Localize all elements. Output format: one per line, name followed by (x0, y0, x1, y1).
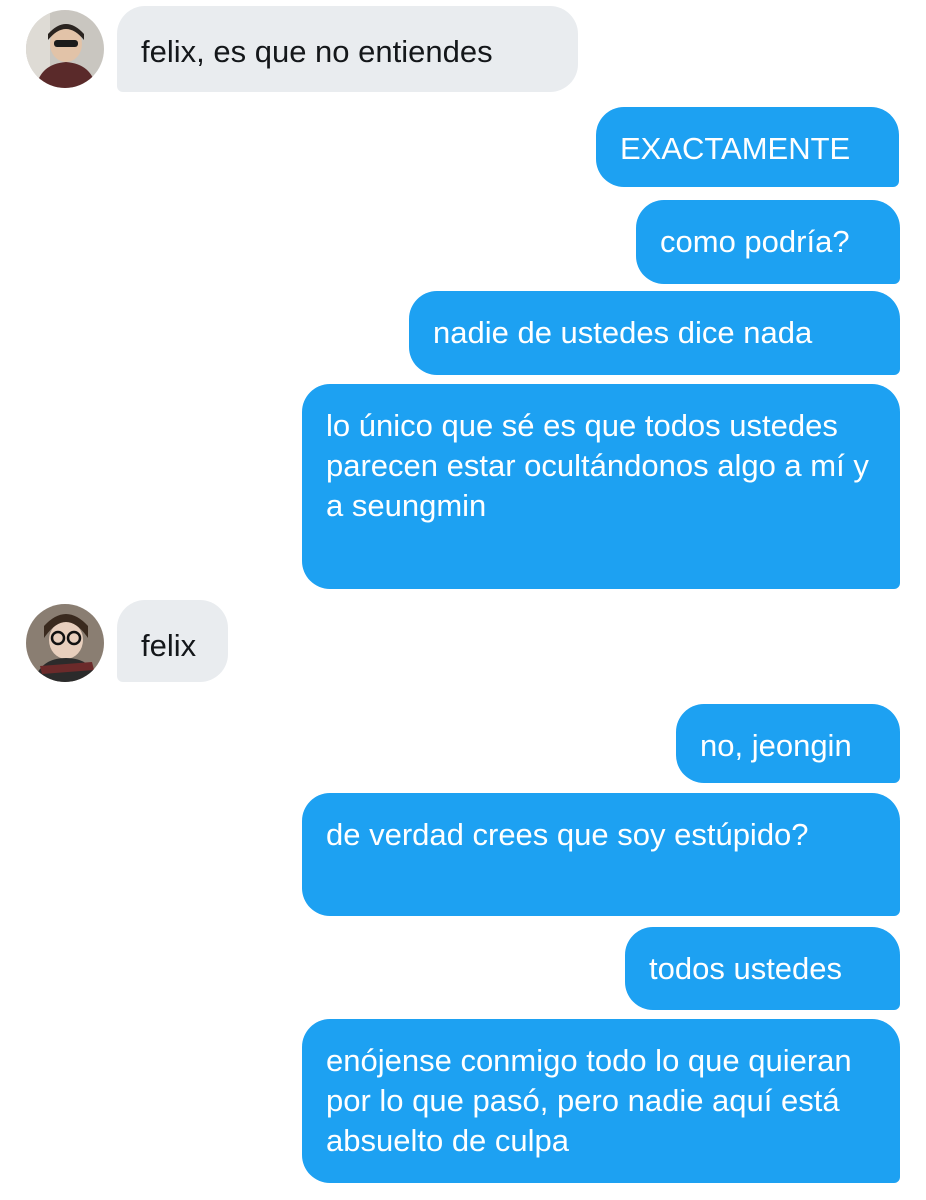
avatar[interactable] (26, 10, 104, 88)
user-avatar-photo-icon (26, 10, 104, 88)
message-bubble-sent[interactable]: como podría? (636, 200, 900, 284)
message-bubble-received[interactable]: felix, es que no entiendes (117, 6, 578, 92)
message-bubble-sent[interactable]: lo único que sé es que todos ustedes par… (302, 384, 900, 589)
message-bubble-sent[interactable]: todos ustedes (625, 927, 900, 1010)
message-bubble-received[interactable]: felix (117, 600, 228, 682)
user-avatar-photo-icon (26, 604, 104, 682)
message-bubble-sent[interactable]: enójense conmigo todo lo que quieran por… (302, 1019, 900, 1183)
message-bubble-sent[interactable]: de verdad crees que soy estúpido? (302, 793, 900, 916)
message-bubble-sent[interactable]: no, jeongin (676, 704, 900, 783)
avatar[interactable] (26, 604, 104, 682)
message-bubble-sent[interactable]: nadie de ustedes dice nada (409, 291, 900, 375)
message-bubble-sent[interactable]: EXACTAMENTE (596, 107, 899, 187)
